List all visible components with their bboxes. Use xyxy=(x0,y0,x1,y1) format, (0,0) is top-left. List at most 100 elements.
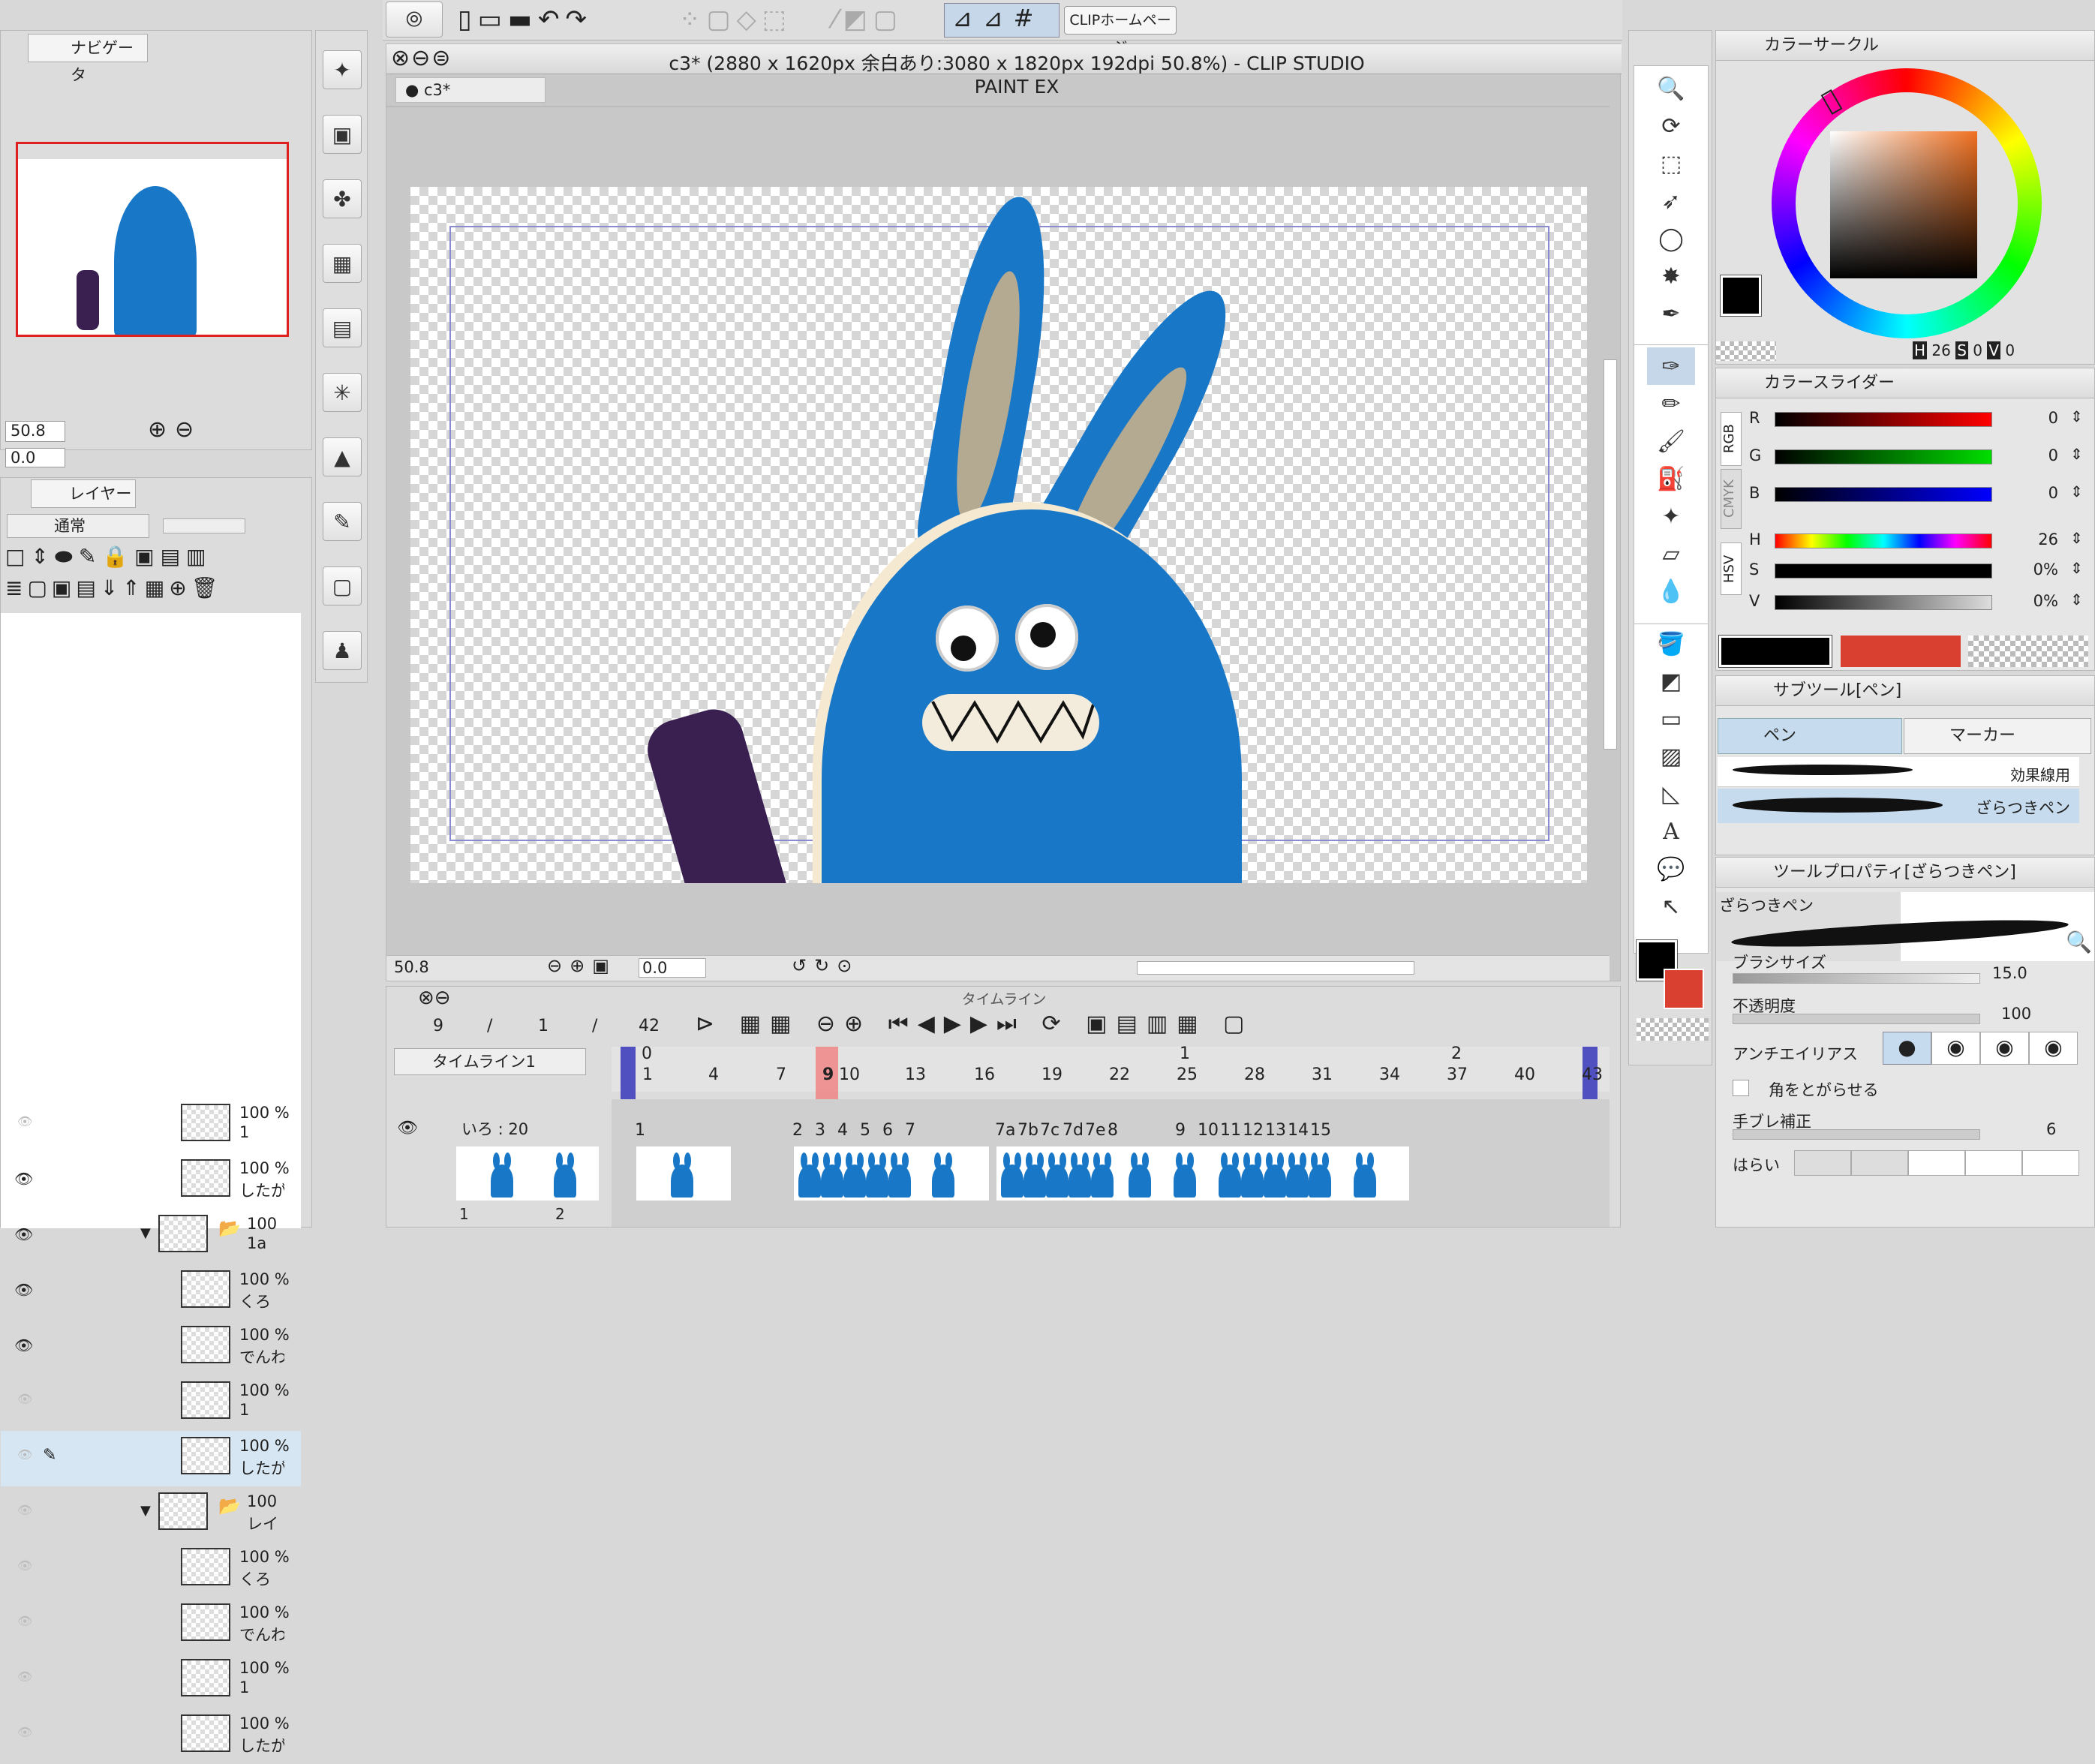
material-icon-9[interactable]: ▢ xyxy=(323,566,362,606)
eye-hidden-icon[interactable]: 👁 xyxy=(17,1503,32,1517)
window-buttons[interactable]: ⊗⊖⊜ xyxy=(391,47,452,70)
opacity-value[interactable]: 100 xyxy=(2001,1005,2031,1023)
frame-number[interactable]: 16 xyxy=(974,1065,995,1084)
frame-number[interactable]: 9 xyxy=(822,1065,834,1084)
figure-tool-icon[interactable]: ▭ xyxy=(1647,700,1695,738)
subtool-item-1[interactable]: 効果線用 xyxy=(1718,757,2079,787)
eye-hidden-icon[interactable]: 👁 xyxy=(17,1725,32,1739)
spin-arrows-icon[interactable]: ⇕ xyxy=(2070,591,2083,609)
material-icon-3[interactable]: ✤ xyxy=(323,179,362,218)
decoration-tool-icon[interactable]: ✦ xyxy=(1647,497,1695,535)
harai-options[interactable] xyxy=(1794,1150,2079,1176)
ruler-snap-icons[interactable]: ⊿⊿# xyxy=(944,3,1060,38)
navigator-preview[interactable] xyxy=(16,142,289,337)
cel-label[interactable]: 7a xyxy=(995,1121,1015,1140)
zoom-field[interactable]: 50.8 xyxy=(5,421,65,442)
cel-label[interactable]: 3 xyxy=(815,1121,825,1140)
subtool-tab-pen[interactable]: ペン xyxy=(1718,718,1902,754)
gradient-tool-icon[interactable]: ◩ xyxy=(1647,663,1695,700)
main-color-swatch-2[interactable] xyxy=(1721,275,1761,316)
magic-wand-icon[interactable]: ✸ xyxy=(1647,257,1695,295)
toolbar-icons-3[interactable]: ⁄◩▢ xyxy=(833,5,903,35)
clip-home-button[interactable]: CLIPホームページ xyxy=(1064,6,1177,56)
eraser-tool-icon[interactable]: ▱ xyxy=(1647,535,1695,572)
cel-label[interactable]: 1 xyxy=(635,1121,645,1140)
object-tool-icon[interactable]: ➶ xyxy=(1647,182,1695,220)
balloon-tool-icon[interactable]: 💬 xyxy=(1647,850,1695,888)
layer-icon-row-1[interactable]: □⇕⬬✎🔒▣▤▥ xyxy=(5,544,212,569)
layer-row[interactable]: 👁 100 % 1 xyxy=(1,1653,301,1708)
cel-label[interactable]: 8 xyxy=(1108,1121,1118,1140)
rotate-tool-icon[interactable]: ⟳ xyxy=(1647,107,1695,145)
layer-row[interactable]: 👁 100 % したがき xyxy=(1,1153,301,1209)
cel-label[interactable]: 6 xyxy=(882,1121,893,1140)
timeline-name-select[interactable]: タイムライン1 xyxy=(394,1048,586,1075)
canvas-zoom[interactable]: 50.8 xyxy=(394,958,429,976)
current-sub-color[interactable] xyxy=(1841,636,1961,667)
toolbar-icons-1[interactable]: ▯▭▬↶↷ xyxy=(458,5,593,35)
zoom-in-icon[interactable]: ⊕ xyxy=(148,416,167,443)
navigator-tab[interactable]: ナビゲータ xyxy=(28,34,148,84)
layer-row[interactable]: 👁 ▼ 📂 100 1a xyxy=(1,1209,301,1264)
clip-studio-icon[interactable]: ⦾ xyxy=(386,2,443,38)
eye-hidden-icon[interactable]: 👁 xyxy=(17,1447,32,1462)
saturation-value-square[interactable] xyxy=(1830,131,1977,278)
frame-number[interactable]: 40 xyxy=(1514,1065,1535,1084)
frame-number[interactable]: 43 xyxy=(1582,1065,1603,1084)
material-icon-2[interactable]: ▣ xyxy=(323,115,362,154)
cel-label[interactable]: 7b xyxy=(1017,1121,1038,1140)
lasso-tool-icon[interactable]: ◯ xyxy=(1647,220,1695,257)
color-slider-track[interactable] xyxy=(1775,595,1992,610)
move-tool-icon[interactable]: ⬚ xyxy=(1647,145,1695,182)
layer-row[interactable]: 👁 100 % でんわ xyxy=(1,1597,301,1653)
eye-hidden-icon[interactable]: 👁 xyxy=(17,1614,32,1628)
material-icon-5[interactable]: ▤ xyxy=(323,308,362,347)
layer-row[interactable]: 👁 100 % したがき ✎ xyxy=(1,1431,301,1486)
frame-number[interactable]: 13 xyxy=(905,1065,926,1084)
frame-number[interactable]: 10 xyxy=(839,1065,860,1084)
tab-rgb[interactable]: RGB xyxy=(1721,412,1742,466)
cel-label[interactable]: 10 xyxy=(1198,1121,1219,1140)
eyedropper-icon[interactable]: ✒ xyxy=(1647,295,1695,332)
blend-mode-select[interactable]: 通常 xyxy=(7,514,149,538)
cel-label[interactable]: 5 xyxy=(860,1121,870,1140)
eye-hidden-icon[interactable]: 👁 xyxy=(17,1669,32,1684)
frame-number[interactable]: 34 xyxy=(1379,1065,1400,1084)
horizontal-scrollbar[interactable] xyxy=(1137,961,1414,975)
sub-color-swatch[interactable] xyxy=(1664,969,1704,1009)
cel-label[interactable]: 7d xyxy=(1063,1121,1084,1140)
current-main-color[interactable] xyxy=(1719,636,1832,667)
timeline-controls[interactable]: ⊳ ▦▦ ⊖⊕ ⏮◀▶▶⏭ ⟳ ▣▤▥▦ ▢ xyxy=(696,1011,1253,1037)
layer-row[interactable]: 👁 ▼ 📂 100 レイ xyxy=(1,1486,301,1542)
cel-label[interactable]: 15 xyxy=(1310,1121,1331,1140)
folder-expand-icon[interactable]: ▼ xyxy=(140,1503,151,1519)
color-slider-track[interactable] xyxy=(1775,563,1992,578)
settings-magnifier-icon[interactable]: 🔍 xyxy=(2066,930,2092,954)
zoom-out-icon[interactable]: ⊖ xyxy=(175,416,194,443)
brush-tool-icon[interactable]: 🖌 xyxy=(1647,422,1695,460)
airbrush-tool-icon[interactable]: ⛽ xyxy=(1647,460,1695,497)
layer-row[interactable]: 👁 100 % くろ xyxy=(1,1542,301,1597)
sharpen-checkbox[interactable] xyxy=(1733,1080,1749,1096)
color-slider-track[interactable] xyxy=(1775,412,1992,427)
frame-number[interactable]: 7 xyxy=(776,1065,786,1084)
track-label[interactable]: いろ : 20 xyxy=(424,1114,582,1144)
cel-label[interactable]: 7 xyxy=(905,1121,915,1140)
pen-tool-icon[interactable]: ✑ xyxy=(1647,347,1695,385)
material-icon-4[interactable]: ▦ xyxy=(323,244,362,283)
canvas-rotate[interactable]: 0.0 xyxy=(639,958,706,978)
timeline-window-buttons[interactable]: ⊗⊖ xyxy=(418,987,451,1009)
color-slider-track[interactable] xyxy=(1775,487,1992,502)
rotate-field[interactable]: 0.0 xyxy=(5,448,65,467)
layer-tab[interactable]: レイヤー xyxy=(31,479,136,508)
zoom-tool-icon[interactable]: 🔍 xyxy=(1647,70,1695,107)
eye-icon[interactable]: 👁 xyxy=(14,1170,33,1188)
fill-tool-icon[interactable]: 🪣 xyxy=(1647,625,1695,663)
spin-arrows-icon[interactable]: ⇕ xyxy=(2070,407,2083,425)
correct-line-tool-icon[interactable]: ↖ xyxy=(1647,888,1695,925)
frame-number[interactable]: 31 xyxy=(1312,1065,1333,1084)
frame-tool-icon[interactable]: ▨ xyxy=(1647,738,1695,775)
folder-expand-icon[interactable]: ▼ xyxy=(140,1225,151,1241)
opacity-slider[interactable] xyxy=(163,518,245,533)
cel-label[interactable]: 4 xyxy=(837,1121,848,1140)
